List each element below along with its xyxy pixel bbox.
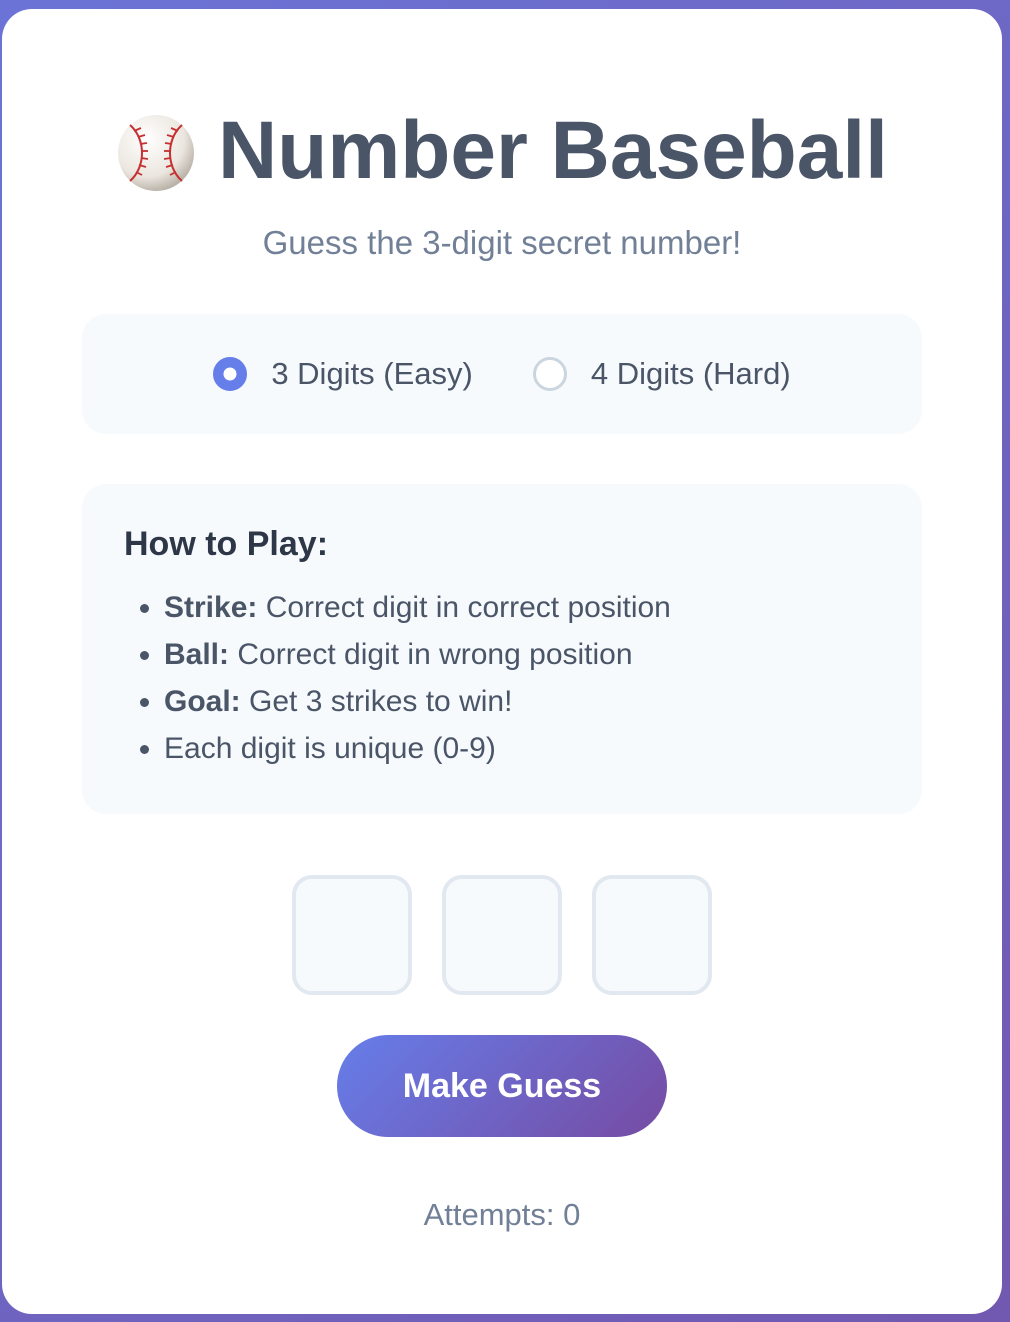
rule-item: Strike: Correct digit in correct positio…	[164, 584, 880, 631]
rule-text: Correct digit in correct position	[257, 591, 671, 624]
rule-item: Each digit is unique (0-9)	[164, 725, 880, 772]
mode-option-hard-label: 4 Digits (Hard)	[590, 356, 791, 391]
rule-text: Correct digit in wrong position	[229, 638, 633, 671]
how-to-play-panel: How to Play: Strike: Correct digit in co…	[82, 484, 922, 814]
make-guess-button[interactable]: Make Guess	[337, 1035, 667, 1137]
rule-text: Get 3 strikes to win!	[240, 685, 513, 718]
rule-term: Strike:	[164, 591, 258, 624]
difficulty-selector: 3 Digits (Easy) 4 Digits (Hard)	[82, 314, 922, 434]
page-title: Number Baseball	[218, 105, 888, 196]
radio-easy[interactable]	[213, 357, 248, 391]
attempts-counter: Attempts: 0	[423, 1197, 581, 1232]
how-to-play-heading: How to Play:	[124, 525, 329, 563]
rule-text: Each digit is unique (0-9)	[164, 732, 496, 765]
mode-option-easy[interactable]: 3 Digits (Easy)	[213, 356, 473, 392]
rule-item: Goal: Get 3 strikes to win!	[164, 678, 880, 725]
game-card: Number Baseball Guess the 3-digit secret…	[2, 9, 1002, 1314]
subtitle: Guess the 3-digit secret number!	[262, 224, 742, 261]
mode-option-hard[interactable]: 4 Digits (Hard)	[532, 356, 791, 392]
digit-input-3[interactable]	[592, 875, 712, 995]
radio-hard[interactable]	[532, 357, 567, 391]
digit-input-2[interactable]	[442, 875, 562, 995]
digit-input-1[interactable]	[292, 875, 412, 995]
rule-term: Ball:	[164, 638, 230, 671]
mode-option-easy-label: 3 Digits (Easy)	[271, 356, 473, 391]
digit-inputs	[2, 875, 1002, 995]
baseball-icon	[118, 115, 195, 191]
title-row: Number Baseball	[2, 101, 1002, 201]
rule-term: Goal:	[164, 685, 241, 718]
rules-list: Strike: Correct digit in correct positio…	[124, 584, 880, 772]
rule-item: Ball: Correct digit in wrong position	[164, 631, 880, 678]
